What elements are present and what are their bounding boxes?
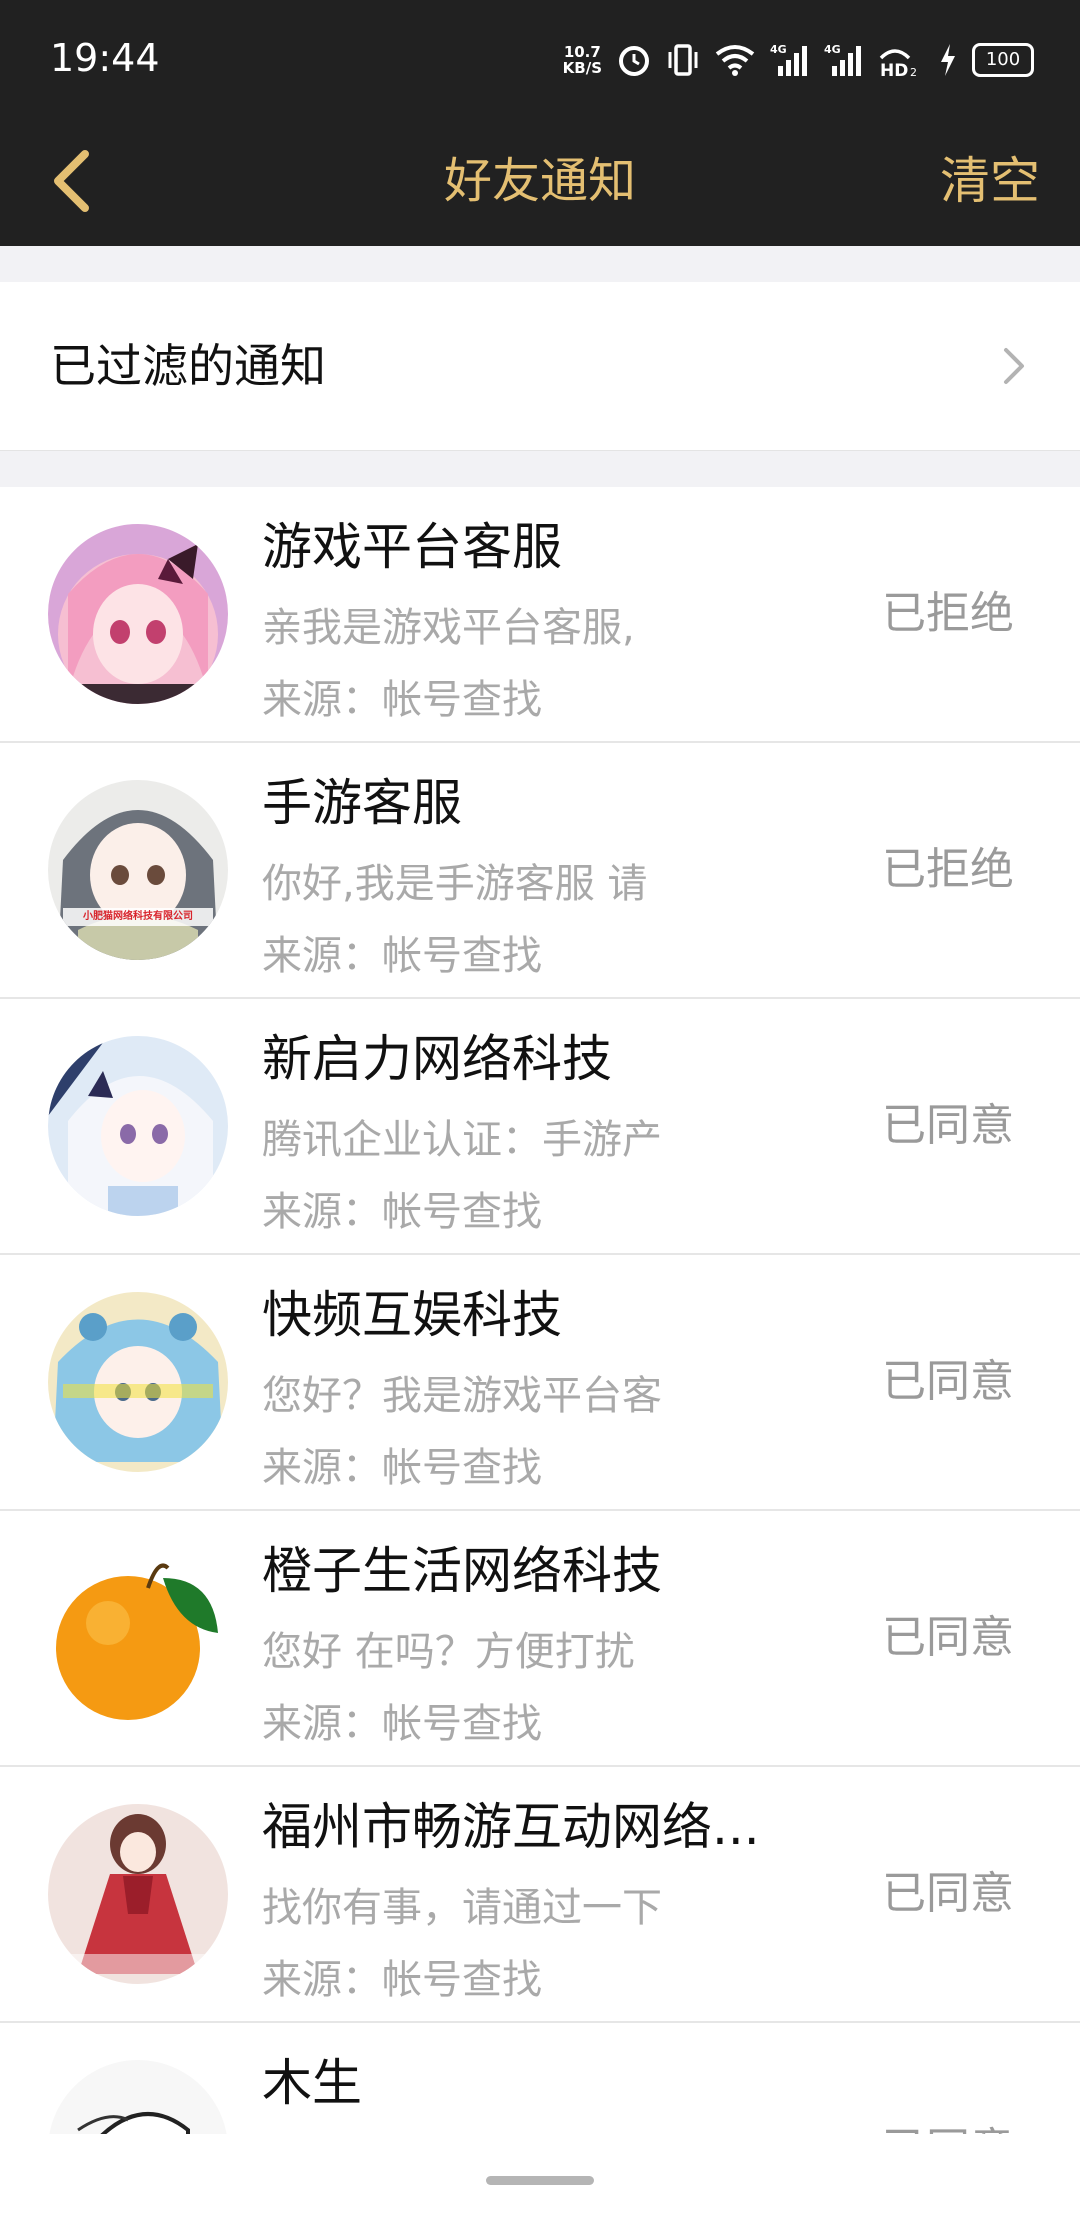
wifi-icon xyxy=(715,45,755,76)
request-message: 您好 在吗？方便打扰 xyxy=(262,1629,635,1675)
notification-item[interactable]: 木生 已同意 xyxy=(0,2023,1080,2134)
request-source: 来源：帐号查找 xyxy=(262,1957,542,2003)
filtered-notifications-row[interactable]: 已过滤的通知 xyxy=(0,282,1080,450)
contact-name: 新启力网络科技 xyxy=(262,1030,612,1088)
request-source: 来源：帐号查找 xyxy=(262,1701,542,1747)
filtered-notifications-label: 已过滤的通知 xyxy=(50,339,326,393)
contact-name: 福州市畅游互动网络... xyxy=(262,1798,760,1856)
request-message: 腾讯企业认证：手游产 xyxy=(262,1117,662,1163)
network-speed: 10.7 KB/S xyxy=(563,44,602,76)
request-source: 来源：帐号查找 xyxy=(262,1189,542,1235)
back-arrow-icon[interactable] xyxy=(40,136,110,226)
signal-4g-icon-2: 4G xyxy=(824,43,861,76)
avatar[interactable]: 小肥猫网络科技有限公司 xyxy=(48,780,228,960)
contact-name: 木生 xyxy=(262,2054,362,2112)
chevron-right-icon xyxy=(1004,348,1024,384)
vibrate-icon xyxy=(668,44,698,76)
battery-indicator: 100 xyxy=(972,43,1034,77)
anime-girl-red-dress-avatar-icon xyxy=(48,1804,228,1984)
network-speed-unit: KB/S xyxy=(562,59,602,77)
request-status: 已同意 xyxy=(882,1100,1014,1151)
request-message: 亲我是游戏平台客服, xyxy=(262,605,635,651)
hd-icon: HD 2 xyxy=(879,49,917,78)
network-speed-value: 10.7 xyxy=(563,43,601,61)
anime-girl-white-avatar-icon xyxy=(48,1036,228,1216)
section-divider xyxy=(0,450,1080,487)
avatar[interactable] xyxy=(48,1292,228,1472)
status-time: 19:44 xyxy=(50,36,160,80)
contact-name: 游戏平台客服 xyxy=(262,518,562,576)
notification-item[interactable]: 游戏平台客服 亲我是游戏平台客服, 来源：帐号查找 已拒绝 xyxy=(0,487,1080,743)
sketch-face-avatar-icon xyxy=(48,2060,228,2134)
svg-text:2: 2 xyxy=(910,66,917,78)
page-title: 好友通知 xyxy=(443,153,636,209)
anime-girl-grey-avatar-icon xyxy=(48,780,228,960)
contact-name: 快频互娱科技 xyxy=(262,1286,562,1344)
avatar-caption: 小肥猫网络科技有限公司 xyxy=(83,911,193,922)
alarm-icon xyxy=(619,46,649,76)
status-icons: 10.7 KB/S 4G 4G HD 2 100 xyxy=(563,38,1034,82)
notification-list: 游戏平台客服 亲我是游戏平台客服, 来源：帐号查找 已拒绝 小肥猫网络科技有限公… xyxy=(0,487,1080,2134)
notification-item[interactable]: 橙子生活网络科技 您好 在吗？方便打扰 来源：帐号查找 已同意 xyxy=(0,1511,1080,1767)
request-status: 已拒绝 xyxy=(882,844,1014,895)
notification-item[interactable]: 福州市畅游互动网络... 找你有事，请通过一下 来源：帐号查找 已同意 xyxy=(0,1767,1080,2023)
request-status: 已拒绝 xyxy=(882,588,1014,639)
section-divider xyxy=(0,246,1080,282)
anime-girl-blue-avatar-icon xyxy=(48,1292,228,1472)
avatar[interactable] xyxy=(48,1036,228,1216)
home-indicator[interactable] xyxy=(486,2176,594,2185)
charging-icon xyxy=(941,44,955,76)
request-message: 找你有事，请通过一下 xyxy=(262,1885,662,1931)
notification-item[interactable]: 快频互娱科技 您好？我是游戏平台客 来源：帐号查找 已同意 xyxy=(0,1255,1080,1511)
svg-text:4G: 4G xyxy=(770,43,787,56)
nav-bar: 好友通知 清空 xyxy=(0,116,1080,246)
avatar[interactable] xyxy=(48,2060,228,2134)
notification-item[interactable]: 新启力网络科技 腾讯企业认证：手游产 来源：帐号查找 已同意 xyxy=(0,999,1080,1255)
request-status: 已同意 xyxy=(882,1868,1014,1919)
clear-button[interactable]: 清空 xyxy=(940,116,1040,246)
request-message: 你好,我是手游客服 请 xyxy=(262,861,648,907)
avatar[interactable] xyxy=(48,1548,228,1728)
request-status: 已同意 xyxy=(882,1356,1014,1407)
svg-text:4G: 4G xyxy=(824,43,841,56)
anime-girl-pink-avatar-icon xyxy=(48,524,228,704)
signal-4g-icon: 4G xyxy=(770,43,807,76)
avatar[interactable] xyxy=(48,524,228,704)
request-source: 来源：帐号查找 xyxy=(262,1445,542,1491)
svg-text:HD: HD xyxy=(880,61,908,78)
request-message: 您好？我是游戏平台客 xyxy=(262,1373,662,1419)
request-source: 来源：帐号查找 xyxy=(262,933,542,979)
request-status: 已同意 xyxy=(882,1612,1014,1663)
status-bar: 19:44 10.7 KB/S 4G 4G HD 2 100 xyxy=(0,0,1080,116)
notification-item[interactable]: 小肥猫网络科技有限公司 手游客服 你好,我是手游客服 请 来源：帐号查找 已拒绝 xyxy=(0,743,1080,999)
orange-fruit-avatar-icon xyxy=(48,1548,228,1728)
request-status: 已同意 xyxy=(882,2023,1014,2134)
request-source: 来源：帐号查找 xyxy=(262,677,542,723)
contact-name: 橙子生活网络科技 xyxy=(262,1542,662,1600)
avatar[interactable] xyxy=(48,1804,228,1984)
contact-name: 手游客服 xyxy=(262,774,462,832)
